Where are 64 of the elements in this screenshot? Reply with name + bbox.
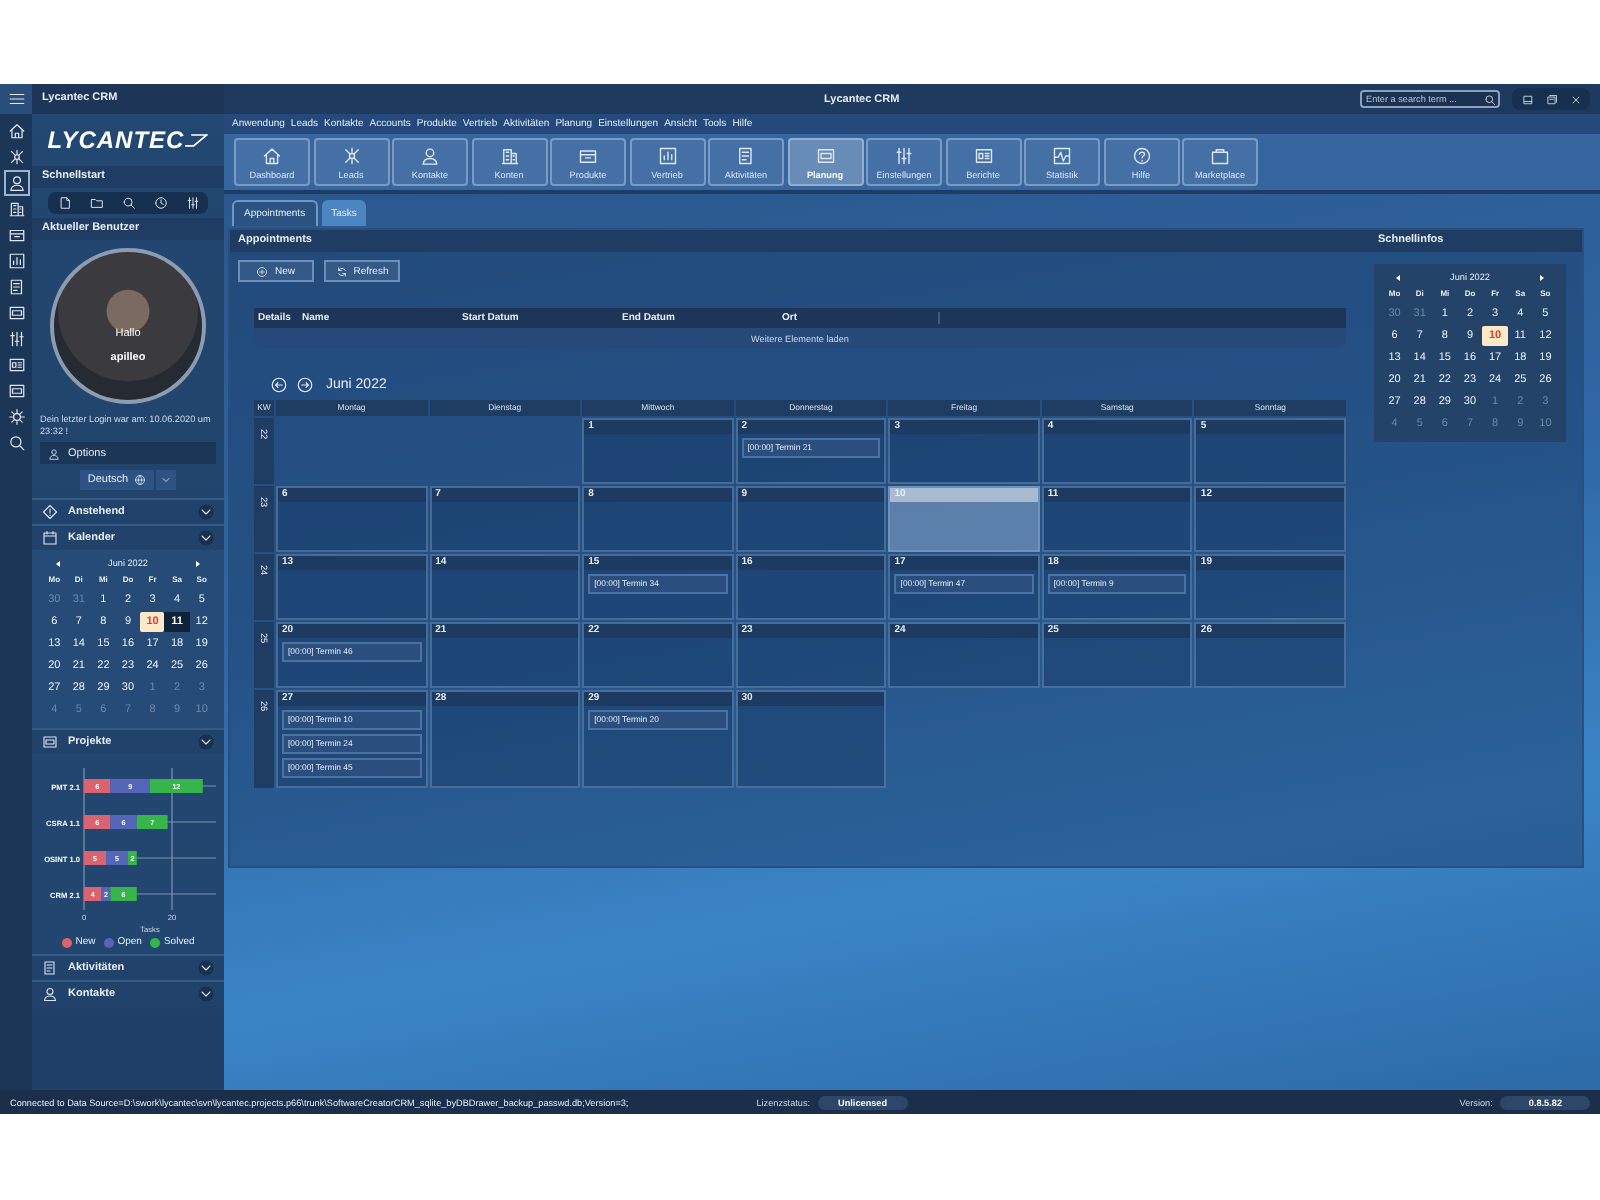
- menu-icon[interactable]: [7, 90, 25, 108]
- maximize-button[interactable]: [1542, 90, 1560, 108]
- search-icon[interactable]: [121, 196, 135, 210]
- arrow-right-icon[interactable]: [296, 376, 314, 394]
- document-icon: [42, 960, 58, 976]
- previous-month-icon[interactable]: [54, 559, 62, 567]
- bag-icon: [1210, 145, 1230, 165]
- panel-icon[interactable]: [7, 382, 25, 400]
- person-icon: [42, 986, 58, 1002]
- refresh-icon: [335, 265, 348, 277]
- window-icon: [1521, 93, 1533, 105]
- sliders-icon: [894, 145, 914, 165]
- sliders-icon[interactable]: [7, 330, 25, 348]
- search-icon: [1484, 93, 1496, 105]
- chart-icon[interactable]: [7, 252, 25, 270]
- pulse-icon: [1052, 145, 1072, 165]
- logo-text: LYCANTEC: [47, 126, 185, 154]
- report-icon: [973, 145, 993, 165]
- restore-icon: [1545, 93, 1557, 105]
- minimize-button[interactable]: [1518, 90, 1536, 108]
- chevron-down-icon: [198, 530, 214, 546]
- next-month-icon[interactable]: [194, 559, 202, 567]
- person-icon[interactable]: [7, 174, 25, 192]
- arrow-left-icon[interactable]: [270, 376, 288, 394]
- calendar-icon: [42, 530, 58, 546]
- next-month-icon[interactable]: [1538, 273, 1546, 281]
- network-icon: [341, 145, 361, 165]
- home-icon[interactable]: [7, 122, 25, 140]
- chevron-down-icon: [198, 504, 214, 520]
- home-icon: [262, 145, 282, 165]
- person-icon: [48, 447, 60, 459]
- network-icon[interactable]: [7, 148, 25, 166]
- globe-icon: [134, 474, 147, 486]
- chevron-down-icon: [198, 986, 214, 1002]
- panel-icon: [42, 734, 58, 750]
- document-icon[interactable]: [7, 278, 25, 296]
- panel-icon: [815, 145, 835, 165]
- file-icon[interactable]: [57, 196, 71, 210]
- chevron-down-icon: [198, 734, 214, 750]
- chart-icon: [657, 145, 677, 165]
- plus-icon: [256, 265, 269, 277]
- warning-icon: [42, 504, 58, 520]
- search-icon[interactable]: [7, 434, 25, 452]
- previous-month-icon[interactable]: [1394, 273, 1402, 281]
- building-icon[interactable]: [7, 200, 25, 218]
- close-icon: [1569, 93, 1581, 105]
- document-icon: [736, 145, 756, 165]
- chevron-down-icon: [160, 474, 173, 486]
- building-icon: [499, 145, 519, 165]
- person-icon: [420, 145, 440, 165]
- dropdown-toggle-button[interactable]: [156, 470, 177, 490]
- box-icon[interactable]: [7, 226, 25, 244]
- report-icon[interactable]: [7, 356, 25, 374]
- reference-line: [171, 767, 173, 911]
- panel-icon[interactable]: [7, 304, 25, 322]
- axis-line: [83, 767, 85, 911]
- box-icon: [578, 145, 598, 165]
- clock-icon[interactable]: [153, 196, 167, 210]
- help-icon: [1131, 145, 1151, 165]
- folder-icon[interactable]: [89, 196, 103, 210]
- gear-icon[interactable]: [7, 408, 25, 426]
- chevron-down-icon: [198, 960, 214, 976]
- sliders-icon[interactable]: [185, 196, 199, 210]
- logo-swoosh-icon: [184, 131, 209, 149]
